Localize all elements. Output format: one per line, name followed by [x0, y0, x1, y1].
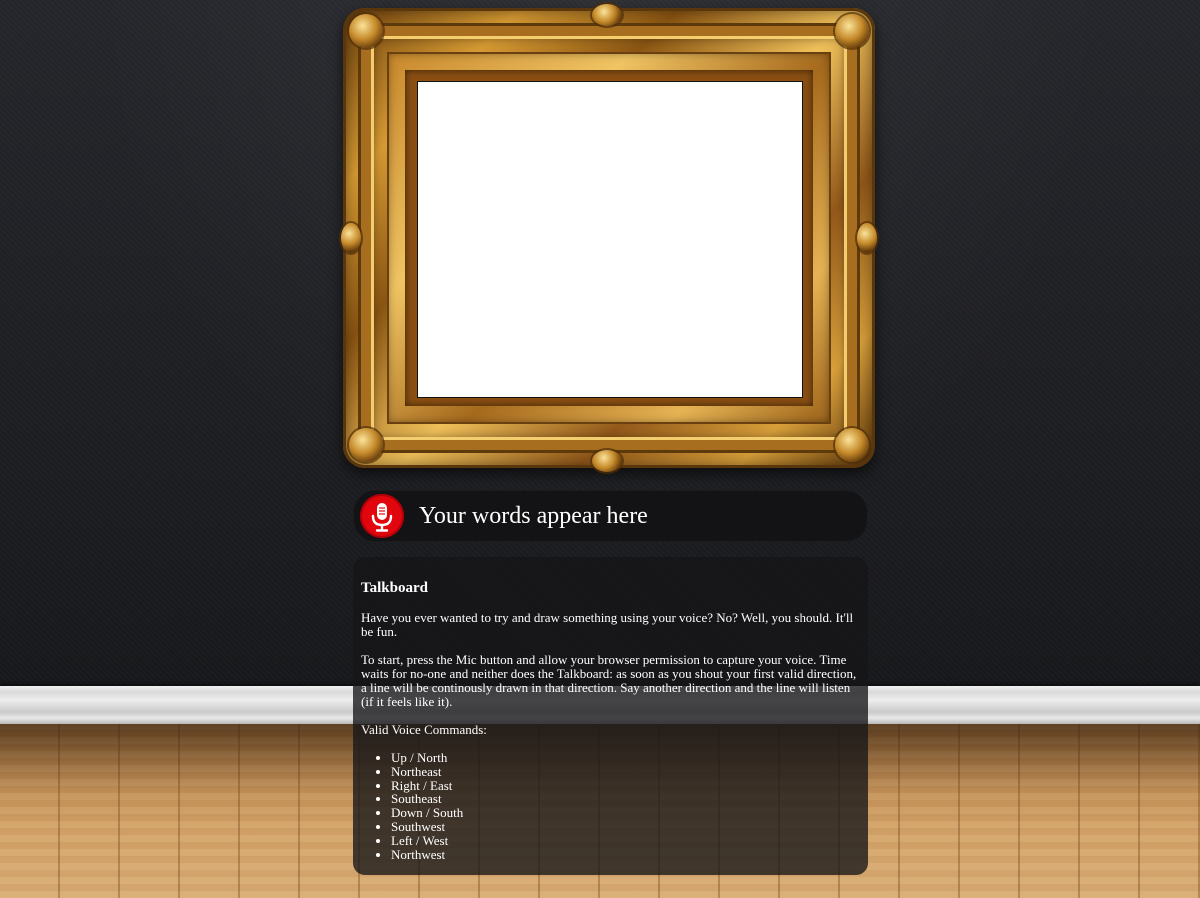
frame-corner-ornament-bottom-left: [349, 428, 383, 462]
command-item: Up / North: [391, 751, 860, 765]
command-item: Southeast: [391, 792, 860, 806]
instructions-paragraph: To start, press the Mic button and allow…: [361, 652, 857, 709]
transcript-text: Your words appear here: [419, 503, 648, 529]
frame-corner-ornament-bottom-right: [835, 428, 869, 462]
frame-left-ornament: [341, 223, 361, 253]
frame-top-ornament: [592, 4, 622, 26]
command-item: Northwest: [391, 847, 860, 862]
drawing-canvas[interactable]: [417, 81, 803, 398]
commands-heading: Valid Voice Commands:: [361, 722, 487, 737]
frame-bottom-ornament: [592, 450, 622, 472]
command-item: Southwest: [391, 820, 860, 834]
frame-right-ornament: [857, 223, 877, 253]
mic-button[interactable]: [360, 494, 404, 538]
speech-bar: Your words appear here: [353, 490, 868, 542]
command-item: Down / South: [391, 806, 860, 820]
microphone-icon: [371, 503, 393, 532]
command-item: Left / West: [391, 833, 860, 848]
frame-corner-ornament-top-left: [349, 14, 383, 48]
command-item: Right / East: [391, 778, 860, 793]
frame-corner-ornament-top-right: [835, 14, 869, 48]
info-panel: Talkboard Have you ever wanted to try an…: [353, 557, 868, 875]
commands-list: Up / North Northeast Right / East Southe…: [361, 751, 860, 861]
info-title: Talkboard: [361, 580, 428, 596]
intro-paragraph: Have you ever wanted to try and draw som…: [361, 610, 854, 639]
command-item: Northeast: [391, 764, 860, 779]
